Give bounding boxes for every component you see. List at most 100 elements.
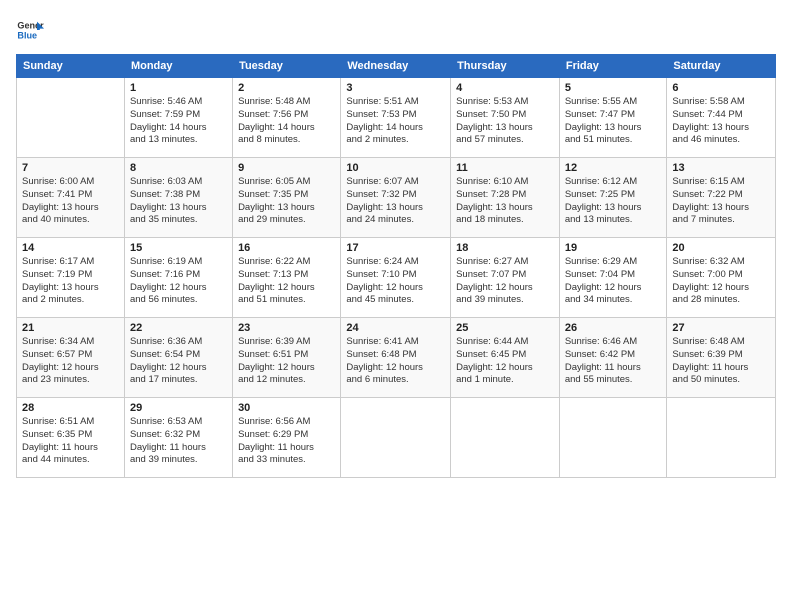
calendar-header: SundayMondayTuesdayWednesdayThursdayFrid…: [17, 55, 776, 78]
day-detail: Sunrise: 5:58 AM Sunset: 7:44 PM Dayligh…: [672, 96, 770, 147]
calendar-cell: [667, 398, 776, 478]
day-detail: Sunrise: 6:22 AM Sunset: 7:13 PM Dayligh…: [238, 256, 335, 307]
day-number: 8: [130, 162, 227, 174]
week-row-4: 28 Sunrise: 6:51 AM Sunset: 6:35 PM Dayli…: [17, 398, 776, 478]
day-detail: Sunrise: 6:00 AM Sunset: 7:41 PM Dayligh…: [22, 176, 119, 227]
day-detail: Sunrise: 5:55 AM Sunset: 7:47 PM Dayligh…: [565, 96, 662, 147]
day-detail: Sunrise: 6:27 AM Sunset: 7:07 PM Dayligh…: [456, 256, 554, 307]
calendar-cell: [559, 398, 667, 478]
calendar-cell: 5 Sunrise: 5:55 AM Sunset: 7:47 PM Daylig…: [559, 78, 667, 158]
calendar-cell: 13Sunrise: 6:15 AM Sunset: 7:22 PM Dayli…: [667, 158, 776, 238]
day-detail: Sunrise: 6:29 AM Sunset: 7:04 PM Dayligh…: [565, 256, 662, 307]
calendar-cell: 28 Sunrise: 6:51 AM Sunset: 6:35 PM Dayli…: [17, 398, 125, 478]
day-detail: Sunrise: 6:48 AM Sunset: 6:39 PM Dayligh…: [672, 336, 770, 387]
day-number: 2: [238, 82, 335, 94]
day-number: 24: [346, 322, 445, 334]
day-number: 10: [346, 162, 445, 174]
day-number: 6: [672, 82, 770, 94]
day-number: 22: [130, 322, 227, 334]
calendar-cell: 25 Sunrise: 6:44 AM Sunset: 6:45 PM Dayli…: [451, 318, 560, 398]
day-number: 19: [565, 242, 662, 254]
calendar-cell: 11 Sunrise: 6:10 AM Sunset: 7:28 PM Dayli…: [451, 158, 560, 238]
calendar-cell: 17 Sunrise: 6:24 AM Sunset: 7:10 PM Dayli…: [341, 238, 451, 318]
header-row: SundayMondayTuesdayWednesdayThursdayFrid…: [17, 55, 776, 78]
calendar-cell: 9 Sunrise: 6:05 AM Sunset: 7:35 PM Daylig…: [233, 158, 341, 238]
calendar-cell: 30 Sunrise: 6:56 AM Sunset: 6:29 PM Dayli…: [233, 398, 341, 478]
day-detail: Sunrise: 6:17 AM Sunset: 7:19 PM Dayligh…: [22, 256, 119, 307]
day-number: 30: [238, 402, 335, 414]
calendar-cell: 20 Sunrise: 6:32 AM Sunset: 7:00 PM Dayli…: [667, 238, 776, 318]
calendar-table: SundayMondayTuesdayWednesdayThursdayFrid…: [16, 54, 776, 478]
day-number: 12: [565, 162, 662, 174]
day-number: 17: [346, 242, 445, 254]
day-number: 1: [130, 82, 227, 94]
day-detail: Sunrise: 6:12 AM Sunset: 7:25 PM Dayligh…: [565, 176, 662, 227]
calendar-body: 1 Sunrise: 5:46 AM Sunset: 7:59 PM Daylig…: [17, 78, 776, 478]
calendar-cell: 21Sunrise: 6:34 AM Sunset: 6:57 PM Dayli…: [17, 318, 125, 398]
day-detail: Sunrise: 6:56 AM Sunset: 6:29 PM Dayligh…: [238, 416, 335, 467]
header-day-sunday: Sunday: [17, 55, 125, 78]
day-detail: Sunrise: 6:39 AM Sunset: 6:51 PM Dayligh…: [238, 336, 335, 387]
day-detail: Sunrise: 5:53 AM Sunset: 7:50 PM Dayligh…: [456, 96, 554, 147]
calendar-cell: 29 Sunrise: 6:53 AM Sunset: 6:32 PM Dayli…: [124, 398, 232, 478]
header-day-monday: Monday: [124, 55, 232, 78]
day-detail: Sunrise: 6:03 AM Sunset: 7:38 PM Dayligh…: [130, 176, 227, 227]
day-number: 18: [456, 242, 554, 254]
page: General Blue SundayMondayTuesdayWednesda…: [0, 0, 792, 612]
calendar-cell: 10 Sunrise: 6:07 AM Sunset: 7:32 PM Dayli…: [341, 158, 451, 238]
calendar-cell: 27 Sunrise: 6:48 AM Sunset: 6:39 PM Dayli…: [667, 318, 776, 398]
day-detail: Sunrise: 6:34 AM Sunset: 6:57 PM Dayligh…: [22, 336, 119, 387]
logo: General Blue: [16, 16, 48, 44]
day-detail: Sunrise: 6:07 AM Sunset: 7:32 PM Dayligh…: [346, 176, 445, 227]
header-day-friday: Friday: [559, 55, 667, 78]
day-number: 15: [130, 242, 227, 254]
logo-icon: General Blue: [16, 16, 44, 44]
day-number: 23: [238, 322, 335, 334]
calendar-cell: 15 Sunrise: 6:19 AM Sunset: 7:16 PM Dayli…: [124, 238, 232, 318]
calendar-cell: [341, 398, 451, 478]
header-day-saturday: Saturday: [667, 55, 776, 78]
calendar-cell: 23 Sunrise: 6:39 AM Sunset: 6:51 PM Dayli…: [233, 318, 341, 398]
day-detail: Sunrise: 6:10 AM Sunset: 7:28 PM Dayligh…: [456, 176, 554, 227]
day-number: 9: [238, 162, 335, 174]
calendar-cell: 6 Sunrise: 5:58 AM Sunset: 7:44 PM Daylig…: [667, 78, 776, 158]
day-detail: Sunrise: 6:51 AM Sunset: 6:35 PM Dayligh…: [22, 416, 119, 467]
day-number: 29: [130, 402, 227, 414]
calendar-cell: 2 Sunrise: 5:48 AM Sunset: 7:56 PM Daylig…: [233, 78, 341, 158]
day-detail: Sunrise: 6:32 AM Sunset: 7:00 PM Dayligh…: [672, 256, 770, 307]
day-detail: Sunrise: 6:24 AM Sunset: 7:10 PM Dayligh…: [346, 256, 445, 307]
week-row-0: 1 Sunrise: 5:46 AM Sunset: 7:59 PM Daylig…: [17, 78, 776, 158]
calendar-cell: [17, 78, 125, 158]
calendar-cell: 22 Sunrise: 6:36 AM Sunset: 6:54 PM Dayli…: [124, 318, 232, 398]
header-day-thursday: Thursday: [451, 55, 560, 78]
day-detail: Sunrise: 6:15 AM Sunset: 7:22 PM Dayligh…: [672, 176, 770, 227]
day-number: 11: [456, 162, 554, 174]
day-number: 28: [22, 402, 119, 414]
day-detail: Sunrise: 6:05 AM Sunset: 7:35 PM Dayligh…: [238, 176, 335, 227]
day-detail: Sunrise: 5:46 AM Sunset: 7:59 PM Dayligh…: [130, 96, 227, 147]
day-number: 27: [672, 322, 770, 334]
day-number: 4: [456, 82, 554, 94]
day-number: 5: [565, 82, 662, 94]
header: General Blue: [16, 16, 776, 44]
day-number: 7: [22, 162, 119, 174]
day-detail: Sunrise: 5:48 AM Sunset: 7:56 PM Dayligh…: [238, 96, 335, 147]
day-detail: Sunrise: 5:51 AM Sunset: 7:53 PM Dayligh…: [346, 96, 445, 147]
day-detail: Sunrise: 6:19 AM Sunset: 7:16 PM Dayligh…: [130, 256, 227, 307]
day-detail: Sunrise: 6:36 AM Sunset: 6:54 PM Dayligh…: [130, 336, 227, 387]
calendar-cell: 12 Sunrise: 6:12 AM Sunset: 7:25 PM Dayli…: [559, 158, 667, 238]
calendar-cell: 1 Sunrise: 5:46 AM Sunset: 7:59 PM Daylig…: [124, 78, 232, 158]
day-detail: Sunrise: 6:46 AM Sunset: 6:42 PM Dayligh…: [565, 336, 662, 387]
day-number: 20: [672, 242, 770, 254]
day-detail: Sunrise: 6:44 AM Sunset: 6:45 PM Dayligh…: [456, 336, 554, 387]
day-number: 26: [565, 322, 662, 334]
calendar-cell: 8 Sunrise: 6:03 AM Sunset: 7:38 PM Daylig…: [124, 158, 232, 238]
calendar-cell: 24Sunrise: 6:41 AM Sunset: 6:48 PM Dayli…: [341, 318, 451, 398]
week-row-1: 7 Sunrise: 6:00 AM Sunset: 7:41 PM Daylig…: [17, 158, 776, 238]
day-number: 25: [456, 322, 554, 334]
calendar-cell: 16Sunrise: 6:22 AM Sunset: 7:13 PM Dayli…: [233, 238, 341, 318]
calendar-cell: 19 Sunrise: 6:29 AM Sunset: 7:04 PM Dayli…: [559, 238, 667, 318]
calendar-cell: [451, 398, 560, 478]
calendar-cell: 4 Sunrise: 5:53 AM Sunset: 7:50 PM Daylig…: [451, 78, 560, 158]
day-detail: Sunrise: 6:53 AM Sunset: 6:32 PM Dayligh…: [130, 416, 227, 467]
